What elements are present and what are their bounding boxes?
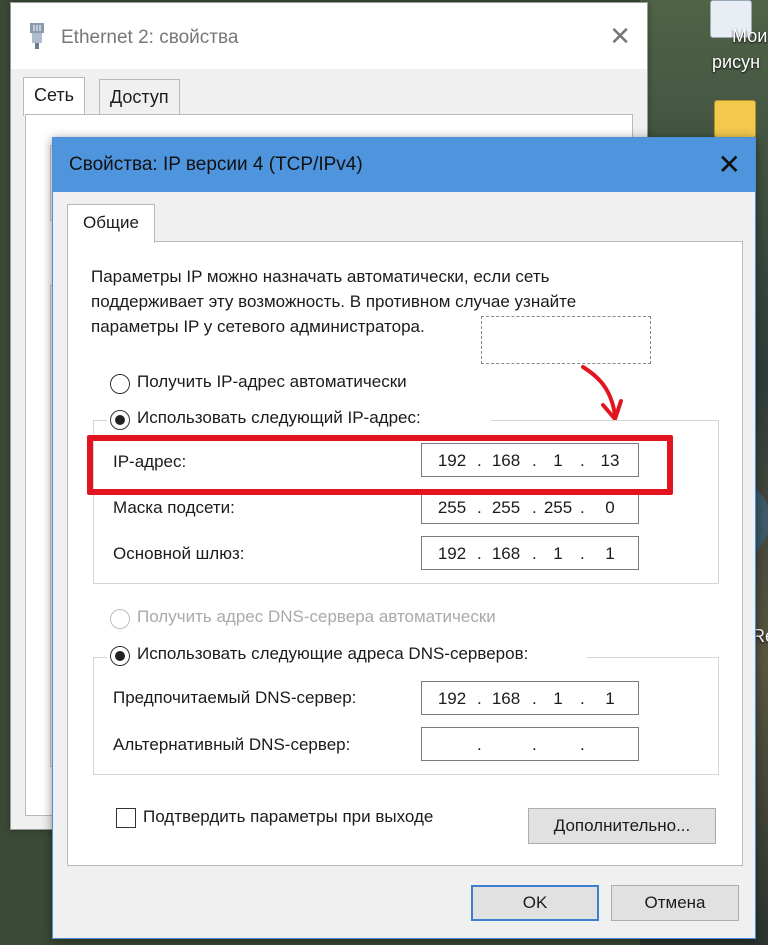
alternate-dns-label: Альтернативный DNS-сервер:: [113, 735, 351, 754]
preferred-dns-input[interactable]: 192 . 168 . 1 . 1: [421, 681, 639, 715]
validate-on-exit-label[interactable]: Подтвердить параметры при выходе: [143, 807, 433, 827]
dialog-title: Свойства: IP версии 4 (TCP/IPv4): [69, 154, 363, 175]
ip-dot: .: [477, 498, 482, 517]
ip-auto-label[interactable]: Получить IP-адрес автоматически: [137, 372, 407, 392]
network-adapter-icon: [30, 23, 44, 49]
ip-dot: .: [580, 544, 585, 563]
ip-dot: .: [477, 735, 482, 754]
ip-dot: .: [477, 544, 482, 563]
dns-manual-label[interactable]: Использовать следующие адреса DNS-сервер…: [137, 644, 528, 664]
dns-manual-radio[interactable]: [110, 646, 130, 666]
ip-octet: 255: [437, 498, 467, 517]
ip-octet: 1: [553, 544, 563, 563]
ip-octet: 255: [543, 498, 573, 517]
ip-manual-radio[interactable]: [110, 410, 130, 430]
ip-octet: 1: [605, 544, 615, 563]
cancel-button[interactable]: Отмена: [611, 885, 739, 921]
ip-octet: 192: [437, 689, 467, 708]
ip-dot: .: [580, 735, 585, 754]
ip-dot: .: [532, 689, 537, 708]
ip-auto-radio[interactable]: [110, 374, 130, 394]
dashed-marker-box: [481, 316, 651, 364]
ipv4-properties-dialog: Свойства: IP версии 4 (TCP/IPv4) ✕ Общие…: [52, 137, 756, 939]
ip-octet: 0: [605, 498, 615, 517]
bg-window-close-icon[interactable]: ✕: [609, 21, 631, 52]
ip-octet: 168: [491, 544, 521, 563]
dns-auto-radio[interactable]: [110, 609, 130, 629]
ip-octet: 1: [605, 689, 615, 708]
desktop-label-line1[interactable]: Мои: [732, 26, 767, 47]
alternate-dns-input[interactable]: . . .: [421, 727, 639, 761]
preferred-dns-label: Предпочитаемый DNS-сервер:: [113, 688, 357, 707]
desktop-label-line2[interactable]: рисун: [712, 52, 760, 73]
bg-window-titlebar[interactable]: Ethernet 2: свойства ✕: [11, 3, 647, 69]
ip-octet: 1: [553, 689, 563, 708]
gateway-input[interactable]: 192 . 168 . 1 . 1: [421, 536, 639, 570]
ok-button[interactable]: OK: [471, 885, 599, 921]
ip-address-highlight: [87, 435, 673, 495]
desktop-folder-icon[interactable]: [714, 100, 756, 138]
dialog-close-icon[interactable]: ✕: [718, 148, 741, 181]
ip-octet: 255: [491, 498, 521, 517]
ip-dot: .: [477, 689, 482, 708]
ip-dot: .: [532, 498, 537, 517]
ip-octet: 168: [491, 689, 521, 708]
red-arrow-icon: [581, 365, 623, 421]
ip-dot: .: [532, 544, 537, 563]
validate-on-exit-checkbox[interactable]: [116, 808, 136, 828]
gateway-label: Основной шлюз:: [113, 544, 245, 563]
dialog-titlebar[interactable]: Свойства: IP версии 4 (TCP/IPv4) ✕: [53, 138, 755, 192]
subnet-mask-label: Маска подсети:: [113, 498, 235, 517]
ip-manual-label[interactable]: Использовать следующий IP-адрес:: [137, 408, 421, 428]
dns-auto-label[interactable]: Получить адрес DNS-сервера автоматически: [137, 607, 496, 627]
ip-dot: .: [532, 735, 537, 754]
tab-general[interactable]: Общие: [67, 204, 155, 243]
ip-octet: 192: [437, 544, 467, 563]
subnet-mask-input[interactable]: 255 . 255 . 255 . 0: [421, 490, 639, 524]
tab-sharing[interactable]: Доступ: [99, 79, 180, 114]
bg-window-title: Ethernet 2: свойства: [61, 27, 239, 48]
advanced-button[interactable]: Дополнительно...: [528, 808, 716, 844]
tab-network[interactable]: Сеть: [23, 77, 86, 116]
ip-dot: .: [580, 498, 585, 517]
ip-dot: .: [580, 689, 585, 708]
